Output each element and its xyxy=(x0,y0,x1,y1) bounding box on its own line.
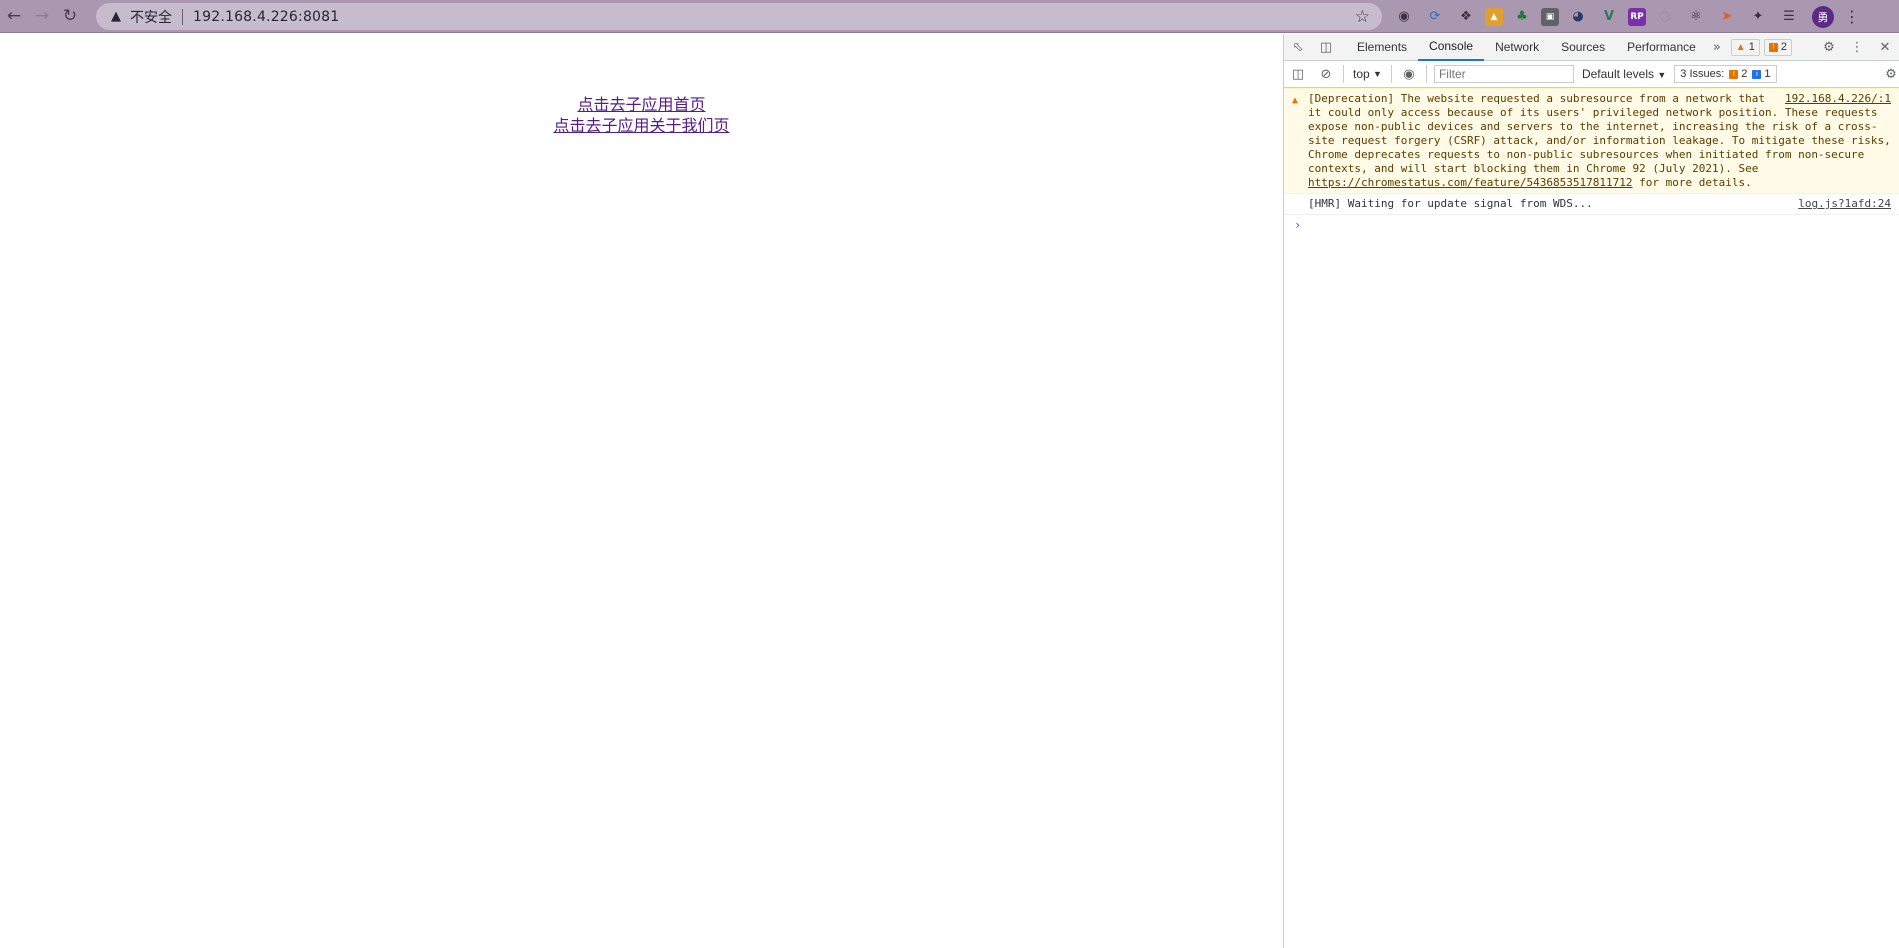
extension-rp-icon[interactable]: RP xyxy=(1628,7,1646,26)
filterbar-divider xyxy=(1390,65,1392,83)
settings-gear-icon[interactable]: ⚙ xyxy=(1815,35,1843,61)
warning-triangle-icon[interactable]: ▲ xyxy=(108,9,124,25)
extension-evernote-icon[interactable]: ♣ xyxy=(1510,5,1534,29)
extension-target-icon[interactable]: ◉ xyxy=(1392,5,1416,29)
extension-vue-icon[interactable]: V xyxy=(1597,5,1621,29)
security-label[interactable]: 不安全 xyxy=(130,7,172,27)
console-output: ▲ 192.168.4.226/:1 [Deprecation] The web… xyxy=(1284,88,1899,235)
chromestatus-link[interactable]: https://chromestatus.com/feature/5436853… xyxy=(1308,176,1633,189)
devtools-menu-icon[interactable]: ⋮ xyxy=(1843,35,1871,61)
issues-count-badge[interactable]: ! 2 xyxy=(1763,38,1792,56)
tab-sources[interactable]: Sources xyxy=(1550,34,1616,61)
console-settings-gear-icon[interactable]: ⚙ xyxy=(1877,61,1899,87)
tab-performance[interactable]: Performance xyxy=(1616,34,1707,61)
profile-avatar[interactable]: 勇 xyxy=(1812,5,1834,28)
message-text: [HMR] Waiting for update signal from WDS… xyxy=(1308,197,1593,210)
close-devtools-icon[interactable]: ✕ xyxy=(1871,35,1899,61)
prompt-chevron-icon: › xyxy=(1294,218,1302,232)
console-message-warning: ▲ 192.168.4.226/:1 [Deprecation] The web… xyxy=(1284,88,1899,194)
issue-flag-icon: ! xyxy=(1768,42,1778,52)
console-filterbar: ◫ ⊘ top ▼ ◉ Default levels ▼ 3 Issues: !… xyxy=(1284,61,1899,88)
browser-toolbar: ← → ↻ ▲ 不安全 192.168.4.226:8081 ☆ ◉ ⟳ ❖ ▲… xyxy=(0,0,1899,33)
extension-rocket-icon[interactable]: ➤ xyxy=(1715,5,1739,29)
extension-tree-icon[interactable]: ▲ xyxy=(1485,7,1503,26)
address-bar[interactable]: ▲ 不安全 192.168.4.226:8081 ☆ xyxy=(96,3,1382,30)
back-arrow-icon: ← xyxy=(6,6,22,26)
address-divider xyxy=(182,8,183,25)
log-levels-dropdown[interactable]: Default levels ▼ xyxy=(1582,67,1666,81)
warning-triangle-icon: ▲ xyxy=(1735,41,1746,53)
device-toolbar-icon[interactable]: ◫ xyxy=(1312,34,1340,60)
reload-button[interactable]: ↻ xyxy=(56,2,84,30)
message-source-link[interactable]: log.js?1afd:24 xyxy=(1798,197,1891,211)
link-list: 点击去子应用首页 点击去子应用关于我们页 xyxy=(0,94,1283,136)
extension-ghost-icon[interactable]: ○ xyxy=(1653,5,1677,29)
console-prompt[interactable]: › xyxy=(1284,215,1899,235)
context-selector[interactable]: top ▼ xyxy=(1347,67,1388,81)
extensions-puzzle-icon[interactable]: ✦ xyxy=(1746,5,1770,29)
tab-network[interactable]: Network xyxy=(1484,34,1550,61)
devtools-actions: ⚙ ⋮ ✕ xyxy=(1815,34,1899,61)
reload-icon: ↻ xyxy=(62,6,78,26)
warning-triangle-icon: ▲ xyxy=(1292,95,1299,106)
filterbar-divider xyxy=(1343,65,1344,83)
tab-elements[interactable]: Elements xyxy=(1346,34,1418,61)
devtools-panel: ⬁ ◫ Elements Console Network Sources Per… xyxy=(1283,34,1899,948)
tab-console[interactable]: Console xyxy=(1418,34,1485,61)
console-filter-input[interactable] xyxy=(1433,65,1574,83)
devtools-tabbar: ⬁ ◫ Elements Console Network Sources Per… xyxy=(1284,34,1899,61)
sidebar-toggle-icon[interactable]: ◫ xyxy=(1284,61,1312,87)
back-button[interactable]: ← xyxy=(0,2,28,30)
message-tail: for more details. xyxy=(1632,176,1752,189)
link-subapp-about[interactable]: 点击去子应用关于我们页 xyxy=(0,115,1283,136)
reading-list-icon[interactable]: ☰ xyxy=(1777,5,1801,29)
forward-arrow-icon: → xyxy=(34,6,50,26)
extension-react-icon[interactable]: ⚛ xyxy=(1684,5,1708,29)
issue-warning-icon: ! xyxy=(1729,69,1739,79)
inspect-element-icon[interactable]: ⬁ xyxy=(1284,34,1312,60)
extensions-bar: ◉ ⟳ ❖ ▲ ♣ ▣ ◕ V RP ○ ⚛ ➤ ✦ ☰ 勇 ⋮ xyxy=(1392,4,1860,29)
extension-owl-icon[interactable]: ◕ xyxy=(1566,5,1590,29)
browser-menu-icon[interactable]: ⋮ xyxy=(1844,7,1860,26)
extension-shirt-icon[interactable]: ❖ xyxy=(1454,5,1478,29)
extension-refresh-icon[interactable]: ⟳ xyxy=(1423,5,1447,29)
extension-image-icon[interactable]: ▣ xyxy=(1541,7,1559,26)
more-tabs-icon[interactable]: » xyxy=(1707,40,1727,55)
clear-console-icon[interactable]: ⊘ xyxy=(1312,61,1340,87)
page-viewport: 点击去子应用首页 点击去子应用关于我们页 xyxy=(0,34,1283,948)
link-subapp-home[interactable]: 点击去子应用首页 xyxy=(0,94,1283,115)
forward-button[interactable]: → xyxy=(28,2,56,30)
issue-info-icon: i xyxy=(1752,69,1762,79)
console-message-log: log.js?1afd:24 [HMR] Waiting for update … xyxy=(1284,194,1899,215)
message-source-link[interactable]: 192.168.4.226/:1 xyxy=(1785,92,1891,106)
live-expression-eye-icon[interactable]: ◉ xyxy=(1395,61,1423,87)
url-text[interactable]: 192.168.4.226:8081 xyxy=(193,9,339,25)
levels-dropdown-icon: ▼ xyxy=(1657,70,1667,80)
warning-count-badge[interactable]: ▲ 1 xyxy=(1730,38,1760,56)
context-dropdown-icon: ▼ xyxy=(1373,69,1382,79)
issues-button[interactable]: 3 Issues: ! 2 i1 xyxy=(1674,65,1777,83)
filterbar-divider xyxy=(1425,65,1427,83)
bookmark-star-icon[interactable]: ☆ xyxy=(1355,7,1370,27)
